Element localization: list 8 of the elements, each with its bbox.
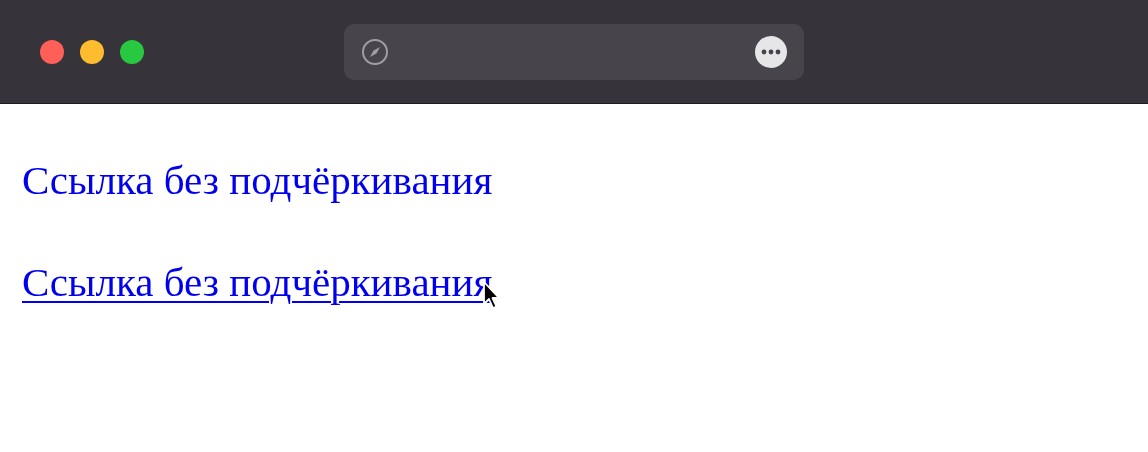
more-icon[interactable] xyxy=(755,36,787,68)
zoom-button[interactable] xyxy=(120,39,144,64)
compass-icon xyxy=(361,38,389,66)
close-button[interactable] xyxy=(40,39,64,64)
link[interactable]: Ссылка без подчёркивания xyxy=(22,157,493,203)
link[interactable]: Ссылка без подчёркивания xyxy=(22,259,493,305)
address-bar[interactable] xyxy=(344,24,804,80)
minimize-button[interactable] xyxy=(80,39,104,64)
